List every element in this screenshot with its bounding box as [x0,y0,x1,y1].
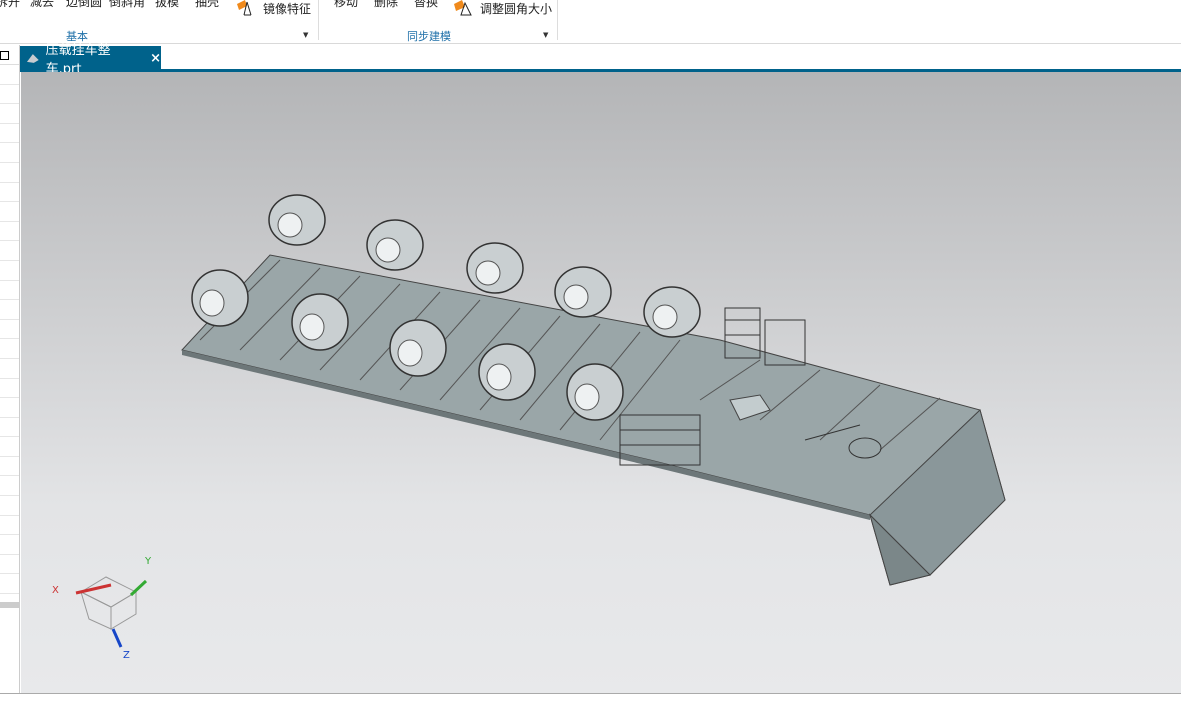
divider [557,0,558,40]
part-file-icon [26,54,39,63]
ribbon-button-draft[interactable]: 拔模 [155,0,179,10]
resize-blend-icon [454,0,472,16]
z-axis-label: Z [123,650,130,661]
tab-bar: 压载挂车整车.prt × [20,43,1181,77]
ribbon-button-subtract[interactable]: 减去 [30,0,54,10]
ribbon-button-replace[interactable]: 替换 [414,0,438,10]
close-icon[interactable]: × [150,51,161,66]
ribbon-button-shell[interactable]: 抽壳 [195,0,219,10]
coordinate-triad [75,576,148,648]
group-label-sync-modeling: 同步建模 [407,30,451,43]
group-expand-icon[interactable]: ▼ [303,31,308,39]
ribbon-button-split[interactable]: 拆开 [0,0,20,10]
y-axis-label: Y [145,556,152,567]
ribbon-toolbar: 拆开 减去 边倒圆 倒斜角 拔模 抽壳 镜像特征 基本 ▼ 移动 删除 替换 调… [0,0,1181,44]
mirror-feature-icon [237,0,252,16]
x-axis-arrow [75,583,112,595]
divider [318,0,319,40]
trailer-model [181,194,1006,586]
status-bar [0,693,1181,708]
ribbon-button-resize-blend[interactable]: 调整圆角大小 [480,0,552,17]
ribbon-button-chamfer[interactable]: 倒斜角 [109,0,145,10]
navigator-panel[interactable] [0,45,20,695]
maximize-icon[interactable] [0,51,9,60]
ribbon-button-mirror-feature[interactable]: 镜像特征 [263,0,311,17]
tab-document[interactable]: 压载挂车整车.prt × [20,43,161,77]
ribbon-button-edge-blend[interactable]: 边倒圆 [66,0,102,10]
group-expand-icon[interactable]: ▼ [543,31,548,39]
ribbon-button-move[interactable]: 移动 [334,0,358,10]
ribbon-button-delete[interactable]: 删除 [374,0,398,10]
x-axis-label: X [52,585,59,596]
y-axis-arrow [129,579,148,597]
horizontal-scrollbar[interactable] [0,602,19,609]
graphics-viewport[interactable]: X Y Z [21,72,1181,693]
z-axis-arrow [111,628,123,648]
